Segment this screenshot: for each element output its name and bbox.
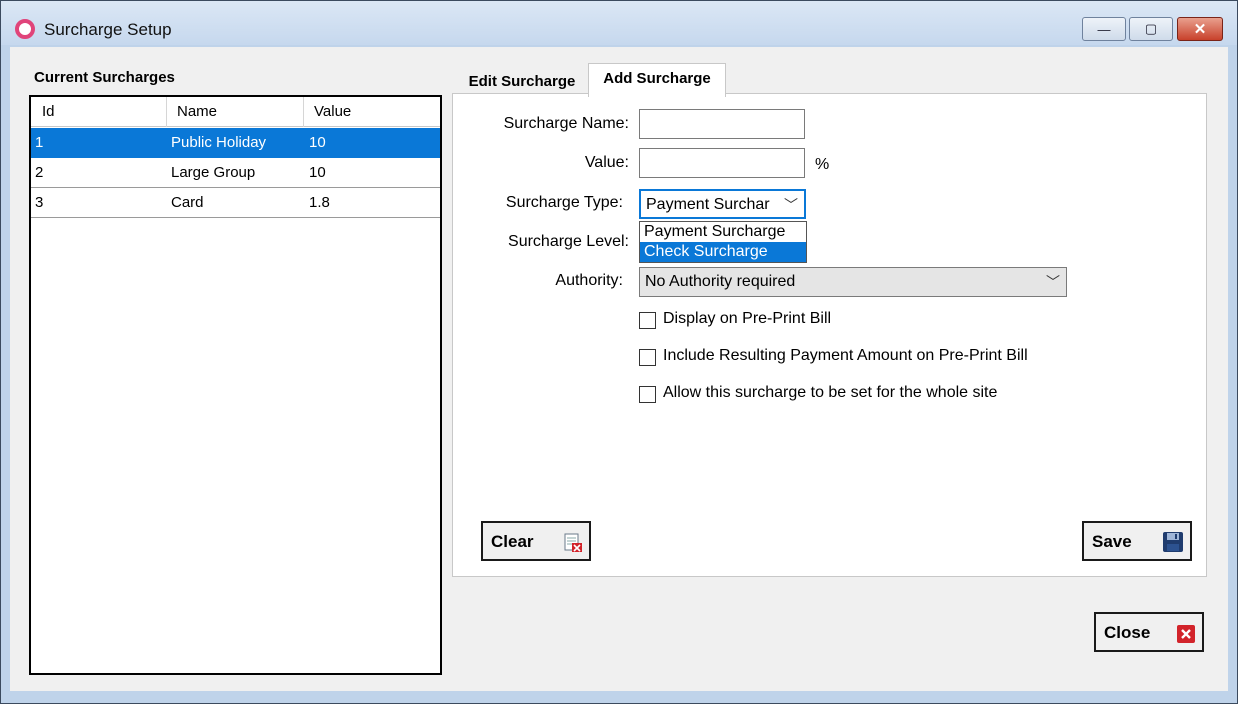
minimize-button[interactable]: — [1082, 17, 1126, 41]
surcharge-type-selected: Payment Surchar [646, 196, 770, 213]
cell-id: 1 [35, 134, 44, 151]
surcharge-name-input[interactable] [639, 109, 805, 139]
floppy-disk-icon [1163, 532, 1183, 552]
cell-name: Card [171, 194, 204, 211]
surcharges-table[interactable]: Id Name Value 1 Public Holiday 10 2 Larg… [29, 95, 442, 675]
close-button[interactable]: Close [1094, 612, 1204, 652]
authority-selected: No Authority required [645, 273, 796, 290]
column-header-name[interactable]: Name [167, 97, 304, 127]
title-bar[interactable]: Surcharge Setup — ▢ ✕ [1, 1, 1237, 45]
clear-button[interactable]: Clear [481, 521, 591, 561]
chevron-down-icon[interactable]: ﹀ [1046, 268, 1060, 296]
window-bottom-frame [1, 691, 1237, 703]
whole-site-checkbox[interactable] [639, 386, 656, 403]
cell-value: 10 [309, 164, 326, 181]
table-row[interactable]: 1 Public Holiday 10 [31, 128, 440, 158]
display-preprint-label[interactable]: Display on Pre-Print Bill [663, 310, 831, 328]
cell-id: 2 [35, 164, 44, 181]
tab-add-surcharge[interactable]: Add Surcharge [588, 63, 726, 97]
percent-sign: % [815, 156, 830, 173]
close-button-label: Close [1104, 623, 1151, 642]
cell-name: Large Group [171, 164, 256, 181]
authority-select[interactable]: No Authority required ﹀ [639, 267, 1067, 297]
surcharge-level-label: Surcharge Level: [508, 233, 629, 250]
window-close-button[interactable]: ✕ [1177, 17, 1223, 41]
chevron-down-icon[interactable]: ﹀ [784, 191, 798, 217]
window-title: Surcharge Setup [44, 20, 172, 39]
surcharge-setup-window: Surcharge Setup — ▢ ✕ Current Surcharges… [0, 0, 1238, 704]
current-surcharges-title: Current Surcharges [34, 69, 175, 86]
clear-form-icon [564, 533, 582, 552]
include-payment-checkbox[interactable] [639, 349, 656, 366]
surcharge-type-dropdown: Payment Surcharge Check Surcharge [639, 221, 807, 263]
save-button[interactable]: Save [1082, 521, 1192, 561]
cell-name: Public Holiday [171, 134, 267, 151]
include-payment-label[interactable]: Include Resulting Payment Amount on Pre-… [663, 347, 1028, 365]
close-x-icon [1177, 625, 1195, 643]
display-preprint-checkbox[interactable] [639, 312, 656, 329]
value-input[interactable] [639, 148, 805, 178]
table-row[interactable]: 3 Card 1.8 [31, 188, 440, 218]
surcharge-type-select[interactable]: Payment Surchar ﹀ [639, 189, 806, 219]
authority-label: Authority: [555, 272, 623, 289]
column-header-id[interactable]: Id [31, 97, 167, 127]
table-row[interactable]: 2 Large Group 10 [31, 158, 440, 188]
surcharge-type-label: Surcharge Type: [505, 194, 623, 211]
app-ring-icon [15, 19, 35, 39]
surcharge-name-label: Surcharge Name: [503, 115, 629, 132]
column-header-value[interactable]: Value [304, 97, 440, 127]
clear-button-label: Clear [491, 532, 534, 551]
option-payment-surcharge[interactable]: Payment Surcharge [640, 222, 806, 242]
table-header: Id Name Value [31, 97, 440, 127]
value-label: Value: [584, 154, 629, 171]
save-button-label: Save [1092, 532, 1132, 551]
whole-site-label[interactable]: Allow this surcharge to be set for the w… [663, 384, 997, 402]
add-surcharge-panel: Surcharge Name: Value: % Surcharge Type:… [452, 93, 1207, 577]
cell-value: 10 [309, 134, 326, 151]
maximize-button[interactable]: ▢ [1129, 17, 1173, 41]
dialog-body: Current Surcharges Id Name Value 1 Publi… [10, 47, 1228, 691]
cell-value: 1.8 [309, 194, 330, 211]
cell-id: 3 [35, 194, 44, 211]
option-check-surcharge[interactable]: Check Surcharge [640, 242, 806, 262]
